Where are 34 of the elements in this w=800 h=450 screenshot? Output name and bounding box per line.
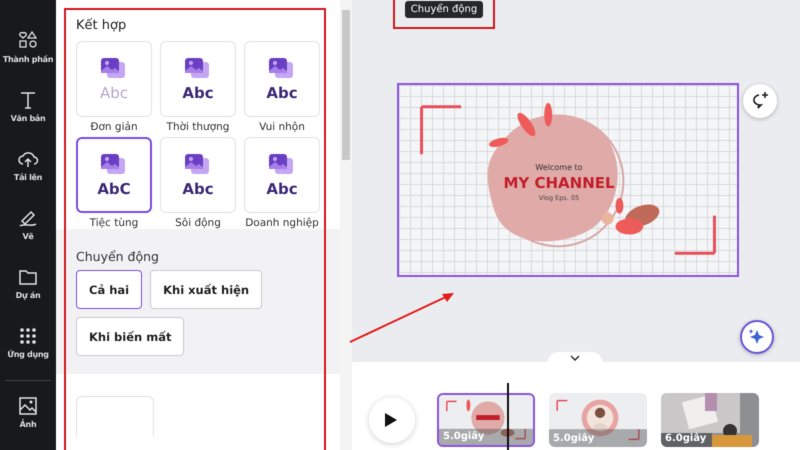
clip-duration: 5.0giây	[553, 433, 594, 444]
preview-text: Abc	[182, 84, 214, 102]
motion-option[interactable]: Khi xuất hiện	[150, 270, 262, 309]
magic-button[interactable]	[740, 320, 774, 354]
preview-text: Abc	[266, 84, 298, 102]
sidebar-item[interactable]: Thành phần	[0, 30, 56, 85]
comment-icon	[750, 91, 770, 111]
sidebar-item[interactable]: Vẽ	[0, 207, 56, 262]
tooltip: Chuyển động	[404, 1, 484, 18]
preview-text: Abc	[182, 180, 214, 198]
section-title: Chuyển động	[76, 249, 160, 264]
motion-option[interactable]: Khi biến mất	[76, 317, 184, 356]
photo-icon	[17, 395, 39, 417]
clip-duration: 6.0giây	[665, 433, 706, 444]
apps-icon	[17, 325, 39, 347]
play-button[interactable]	[369, 397, 415, 443]
sidebar-item[interactable]: Ảnh	[0, 395, 56, 450]
preview-text: AbC	[97, 180, 131, 198]
scrollbar[interactable]	[340, 0, 352, 450]
preview-text: Abc	[266, 180, 298, 198]
section-title: Kết hợp	[76, 18, 128, 33]
motion-option[interactable]: Cả hai	[76, 270, 142, 309]
sidebar-item[interactable]: Dự án	[0, 266, 56, 321]
sidebar-item[interactable]: Văn bản	[0, 89, 56, 144]
clip-duration: 5.0giây	[443, 431, 484, 442]
preview-text: Abc	[100, 84, 128, 102]
design-text: Welcome to	[535, 163, 583, 172]
play-icon	[384, 412, 398, 428]
sidebar-item[interactable]: Ứng dụng	[0, 325, 56, 380]
collapse-icon[interactable]	[570, 355, 580, 361]
design-title: MY CHANNEL	[503, 174, 615, 192]
timeline-clip[interactable]: 6.0giây	[661, 393, 759, 447]
sidebar-item[interactable]: Tải lên	[0, 148, 56, 203]
add-comment-button[interactable]	[743, 84, 777, 118]
